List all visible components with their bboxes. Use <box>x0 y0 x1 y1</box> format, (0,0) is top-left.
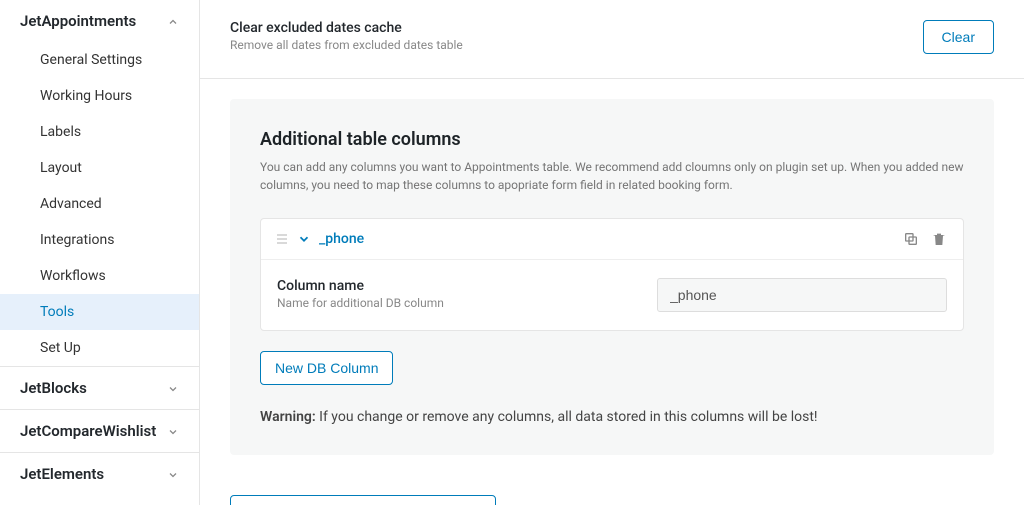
sidebar-item-layout[interactable]: Layout <box>0 150 199 186</box>
column-panel-body: Column name Name for additional DB colum… <box>261 260 963 330</box>
additional-columns-card: Additional table columns You can add any… <box>230 99 994 455</box>
sidebar-item-tools[interactable]: Tools <box>0 294 199 330</box>
sidebar-item-working-hours[interactable]: Working Hours <box>0 78 199 114</box>
chevron-up-icon <box>167 14 179 28</box>
sidebar-collapsed-label: JetElements <box>20 465 104 483</box>
column-title: _phone <box>319 231 364 247</box>
main-content: Clear excluded dates cache Remove all da… <box>200 0 1024 505</box>
sidebar-submenu: General Settings Working Hours Labels La… <box>0 42 199 366</box>
sidebar-item-integrations[interactable]: Integrations <box>0 222 199 258</box>
sidebar-header-jetcomparewishlist[interactable]: JetCompareWishlist <box>0 409 199 452</box>
column-name-input[interactable] <box>657 278 947 312</box>
sidebar: JetAppointments General Settings Working… <box>0 0 200 505</box>
clear-cache-text: Clear excluded dates cache Remove all da… <box>230 20 463 52</box>
sidebar-item-workflows[interactable]: Workflows <box>0 258 199 294</box>
sidebar-item-labels[interactable]: Labels <box>0 114 199 150</box>
warning-text: Warning: If you change or remove any col… <box>260 409 964 425</box>
new-db-column-button[interactable]: New DB Column <box>260 351 393 385</box>
warning-label: Warning: <box>260 409 316 425</box>
sidebar-header-label: JetAppointments <box>20 12 136 30</box>
warning-message: If you change or remove any columns, all… <box>316 409 818 425</box>
clear-cache-row: Clear excluded dates cache Remove all da… <box>200 0 1024 79</box>
drag-handle-icon[interactable] <box>277 231 287 247</box>
column-name-label: Column name <box>277 278 617 294</box>
clear-cache-desc: Remove all dates from excluded dates tab… <box>230 38 463 52</box>
card-description: You can add any columns you want to Appo… <box>260 158 964 194</box>
sidebar-item-set-up[interactable]: Set Up <box>0 330 199 366</box>
chevron-down-icon <box>167 379 179 397</box>
chevron-down-icon <box>167 465 179 483</box>
sidebar-header-jetblocks[interactable]: JetBlocks <box>0 366 199 409</box>
column-panel: _phone Column name Name for additional D… <box>260 218 964 331</box>
column-panel-header[interactable]: _phone <box>261 219 963 260</box>
sidebar-item-advanced[interactable]: Advanced <box>0 186 199 222</box>
column-field-labels: Column name Name for additional DB colum… <box>277 278 617 310</box>
sidebar-item-general-settings[interactable]: General Settings <box>0 42 199 78</box>
sidebar-header-jetelements[interactable]: JetElements <box>0 452 199 495</box>
delete-icon[interactable] <box>931 231 947 247</box>
save-button[interactable]: Save and update appointments table <box>230 495 496 505</box>
copy-icon[interactable] <box>903 231 919 247</box>
card-heading: Additional table columns <box>260 129 964 150</box>
clear-button[interactable]: Clear <box>923 20 994 54</box>
chevron-down-icon[interactable] <box>297 231 311 247</box>
sidebar-header-jetappointments[interactable]: JetAppointments <box>0 0 199 42</box>
clear-cache-title: Clear excluded dates cache <box>230 20 463 36</box>
sidebar-collapsed-label: JetBlocks <box>20 379 87 397</box>
sidebar-collapsed-label: JetCompareWishlist <box>20 422 156 440</box>
column-name-hint: Name for additional DB column <box>277 296 617 310</box>
chevron-down-icon <box>167 422 179 440</box>
